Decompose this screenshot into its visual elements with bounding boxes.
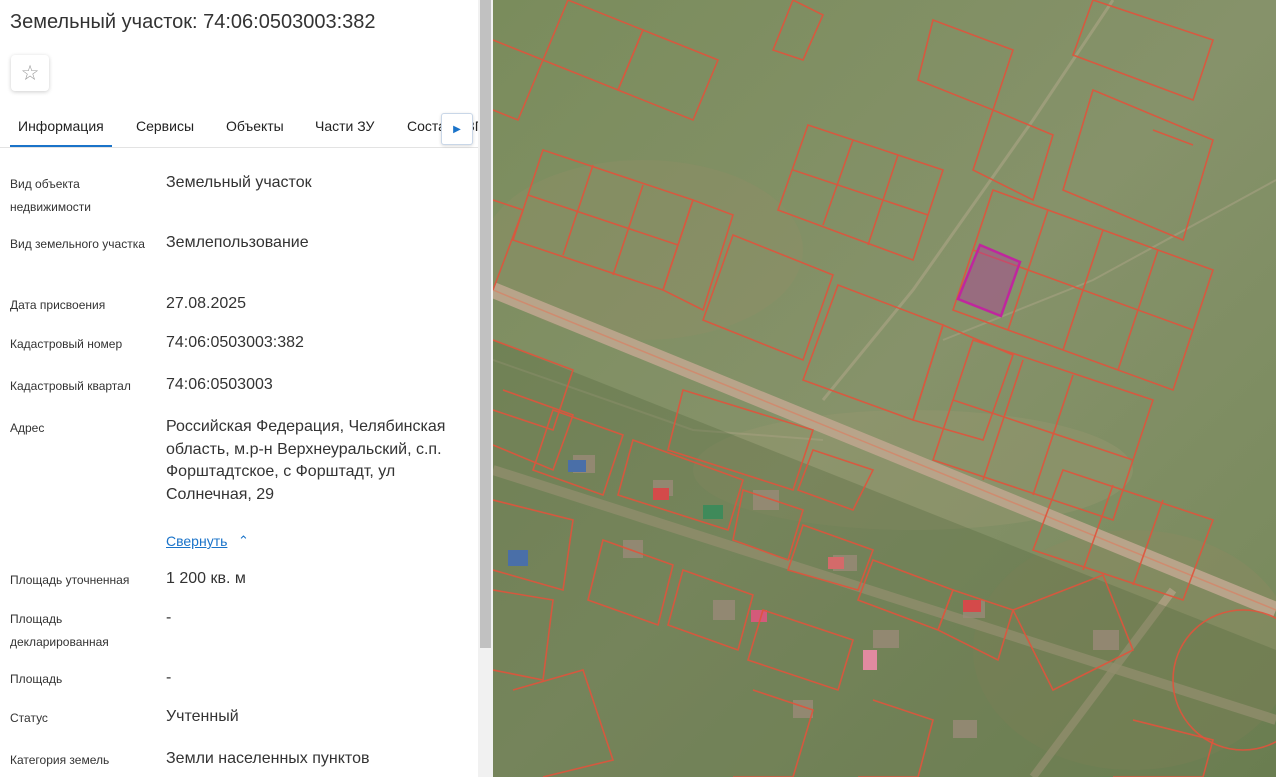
tab-objects[interactable]: Объекты (226, 118, 284, 134)
favorite-button[interactable]: ☆ (11, 55, 49, 91)
value-assign-date: 27.08.2025 (166, 295, 247, 312)
value-address: Российская Федерация, Челябинская област… (166, 418, 446, 503)
value-status: Учтенный (166, 708, 239, 725)
label-address: Адрес (10, 421, 45, 435)
label-land-category: Категория земель (10, 753, 110, 767)
label-area-refined: Площадь уточненная (10, 573, 130, 587)
value-area: - (166, 669, 172, 686)
active-tab-indicator (10, 145, 112, 147)
label-land-type: Вид земельного участка (10, 237, 145, 251)
label-area: Площадь (10, 672, 63, 686)
value-cadastral-number: 74:06:0503003:382 (166, 334, 304, 351)
value-land-category: Земли населенных пунктов (166, 750, 370, 767)
satellite-map[interactable] (493, 0, 1276, 777)
label-cadastral-number: Кадастровый номер (10, 337, 123, 351)
page-title: Земельный участок: 74:06:0503003:382 (10, 11, 376, 33)
info-panel: Земельный участок: 74:06:0503003:382 ☆ И… (0, 0, 478, 777)
tabs-scroll-right-button[interactable]: ▶ (441, 113, 473, 145)
label-area-declared: Площадь декларированная (10, 612, 109, 649)
tabs-bar: Информация Сервисы Объекты Части ЗУ Сост… (0, 110, 478, 148)
map-canvas[interactable] (493, 0, 1276, 777)
value-object-type: Земельный участок (166, 174, 312, 191)
tab-info[interactable]: Информация (18, 118, 104, 134)
tab-parts[interactable]: Части ЗУ (315, 118, 374, 134)
tab-services[interactable]: Сервисы (136, 118, 194, 134)
panel-scrollbar-thumb[interactable] (480, 0, 491, 648)
label-assign-date: Дата присвоения (10, 298, 106, 312)
chevron-up-icon[interactable]: ⌃ (238, 533, 249, 549)
value-area-declared: - (166, 609, 172, 626)
label-status: Статус (10, 711, 48, 725)
value-area-refined: 1 200 кв. м (166, 570, 246, 587)
value-land-type: Землепользование (166, 234, 309, 251)
collapse-link[interactable]: Свернуть (166, 533, 227, 549)
label-cadastral-quarter: Кадастровый квартал (10, 379, 131, 393)
star-icon: ☆ (20, 61, 40, 85)
value-cadastral-quarter: 74:06:0503003 (166, 376, 273, 393)
chevron-right-icon: ▶ (453, 123, 461, 135)
label-object-type: Вид объекта недвижимости (10, 177, 91, 214)
